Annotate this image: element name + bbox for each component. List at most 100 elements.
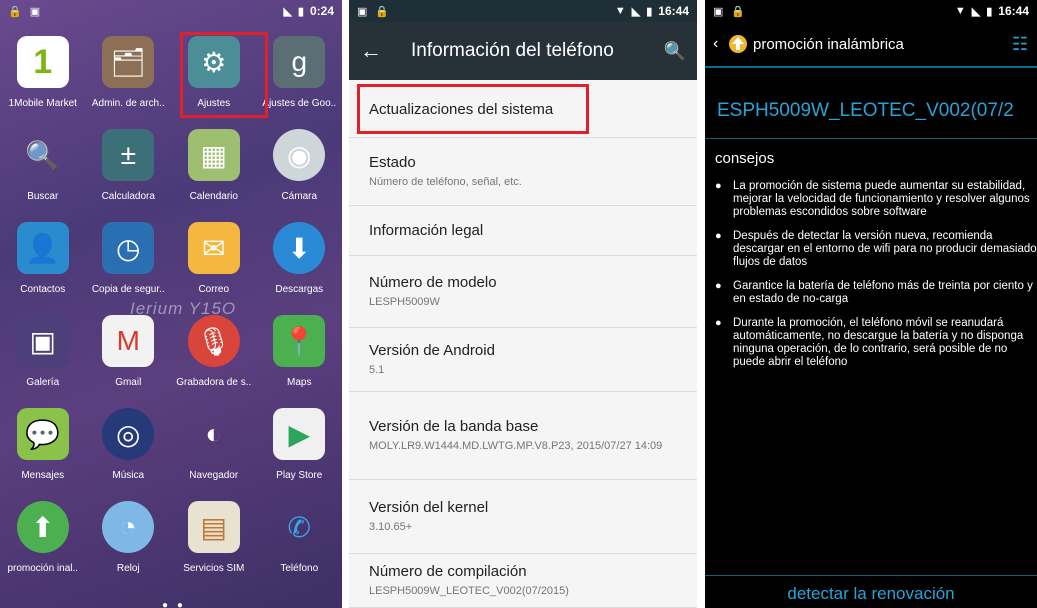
sim-icon: ▤ [187,501,240,553]
settings-row[interactable]: Versión del kernel 3.10.65+ [349,480,697,554]
settings-row[interactable]: Versión de la banda base MOLY.LR9.W1444.M… [349,392,697,480]
app-label: Gmail [115,377,142,388]
firmware-version: ESPH5009W_LEOTEC_V002(07/2 [717,100,1014,121]
back-chevron-icon[interactable]: ‹ [713,35,725,53]
bullet-icon: ● [715,317,722,329]
app-label: Servicios SIM [183,563,245,574]
app-download[interactable]: ⬇ Descargas [257,216,343,309]
app-label: Maps [287,377,312,388]
app-wireless-update[interactable]: ⬆ promoción inal.. [0,495,86,588]
image-notification-icon: ▣ [357,5,368,18]
camera-icon: ◉ [273,129,326,181]
app-label: 1Mobile Market [8,98,77,109]
recorder-icon: 🎙 [187,315,240,367]
sliders-settings-icon[interactable]: ☷ [1003,34,1037,55]
tip-item: ● Garantice la batería de teléfono más de… [715,280,1037,306]
wireless-update-icon [727,33,749,55]
settings-row-title: Número de modelo [369,274,497,291]
back-arrow-icon[interactable]: ← [349,38,393,64]
signal-icon: ◣ [631,5,641,18]
battery-icon: ▮ [986,5,993,18]
app-mail[interactable]: ✉ Correo [171,216,257,309]
wireless-update-icon: ⬆ [16,501,69,553]
app-file-manager[interactable]: 🗂 Admin. de arch.. [86,30,172,123]
app-maps[interactable]: 📍 Maps [257,309,343,402]
app-label: Mensajes [21,470,65,481]
app-label: Calendario [189,191,238,202]
app-gmail[interactable]: M Gmail [86,309,172,402]
app-magnifier[interactable]: 🔍 Buscar [0,123,86,216]
page-title: Información del teléfono [411,40,614,61]
phone-info-screen: ▣ 🔒 ▼ ◣ ▮ 16:44 ← Información del teléfo… [349,0,697,608]
clock-icon: ◔ [102,501,155,553]
app-gallery[interactable]: ▣ Galería [0,309,86,402]
calculator-icon: ± [102,129,155,181]
image-notification-icon: ▣ [713,5,724,18]
app-browser[interactable]: ◐ Navegador [171,402,257,495]
app-recorder[interactable]: 🎙 Grabadora de s.. [171,309,257,402]
app-label: Teléfono [280,563,319,574]
app-label: Galería [26,377,60,388]
app-backup[interactable]: ◷ Copia de segur.. [86,216,172,309]
bullet-icon: ● [715,230,722,242]
tip-item: ● La promoción de sistema puede aumentar … [715,180,1037,219]
mail-icon: ✉ [187,222,240,274]
settings-row-title: Información legal [369,222,484,239]
page-indicator: ● ● [162,600,186,608]
battery-icon: ▮ [646,5,653,18]
app-music[interactable]: ◎ Música [86,402,172,495]
messages-icon: 💬 [16,408,69,460]
settings-row-summary: 5.1 [369,364,385,376]
1mobile-icon: 1 [16,36,69,88]
tip-text: La promoción de sistema puede aumentar s… [733,180,1030,218]
divider [705,138,1037,139]
app-play-store[interactable]: ▶ Play Store [257,402,343,495]
app-phone[interactable]: ✆ Teléfono [257,495,343,588]
app-clock[interactable]: ◔ Reloj [86,495,172,588]
app-calculator[interactable]: ± Calculadora [86,123,172,216]
status-bar: 🔒 ▣ ◣ ▮ 0:24 [0,0,342,22]
app-drawer-screen: 🔒 ▣ ◣ ▮ 0:24 1 1Mobile Market 🗂 Admin. de a… [0,0,342,608]
app-google-settings[interactable]: g Ajustes de Goo.. [257,30,343,123]
settings-row-title: Versión del kernel [369,499,489,516]
search-icon[interactable]: 🔍 [653,41,697,62]
tips-list: ● La promoción de sistema puede aumentar … [715,180,1037,380]
contacts-icon: 👤 [16,222,69,274]
wireless-update-screen: ▣ 🔒 ▼ ◣ ▮ 16:44 ‹ promoción inalámbrica … [705,0,1037,608]
app-label: Correo [198,284,230,295]
ajustes-highlight [180,32,268,118]
status-time: 16:44 [998,4,1029,18]
settings-row[interactable]: Número de compilación LESPH5009W_LEOTEC_V… [349,554,697,608]
toolbar: ← Información del teléfono 🔍 [349,22,697,80]
settings-row[interactable]: Estado Número de teléfono, señal, etc. [349,138,697,206]
lock-icon: 🔒 [8,5,22,18]
app-contacts[interactable]: 👤 Contactos [0,216,86,309]
wifi-icon: ▼ [614,5,626,17]
status-time: 0:24 [309,4,334,18]
music-icon: ◎ [102,408,155,460]
signal-icon: ◣ [283,5,292,18]
battery-icon: ▮ [297,5,304,18]
settings-row[interactable]: Información legal [349,206,697,256]
app-camera[interactable]: ◉ Cámara [257,123,343,216]
settings-row-summary: Número de teléfono, señal, etc. [369,176,522,188]
app-label: Música [112,470,145,481]
detect-update-button[interactable]: detectar la renovación [705,584,1037,604]
app-messages[interactable]: 💬 Mensajes [0,402,86,495]
app-label: Buscar [27,191,59,202]
app-sim[interactable]: ▤ Servicios SIM [171,495,257,588]
gallery-icon: ▣ [16,315,69,367]
play-store-icon: ▶ [273,408,326,460]
image-notification-icon: ▣ [29,5,41,18]
tip-text: Garantice la batería de teléfono más de … [733,280,1033,305]
app-calendar[interactable]: ▦ Calendario [171,123,257,216]
app-label: Navegador [189,470,239,481]
settings-row[interactable]: Versión de Android 5.1 [349,328,697,392]
settings-row-title: Versión de Android [369,342,495,359]
tips-heading: consejos [715,150,775,167]
file-manager-icon: 🗂 [102,36,155,88]
app-1mobile[interactable]: 1 1Mobile Market [0,30,86,123]
app-label: promoción inal.. [7,563,79,574]
bullet-icon: ● [715,280,722,292]
settings-row[interactable]: Número de modelo LESPH5009W [349,256,697,328]
